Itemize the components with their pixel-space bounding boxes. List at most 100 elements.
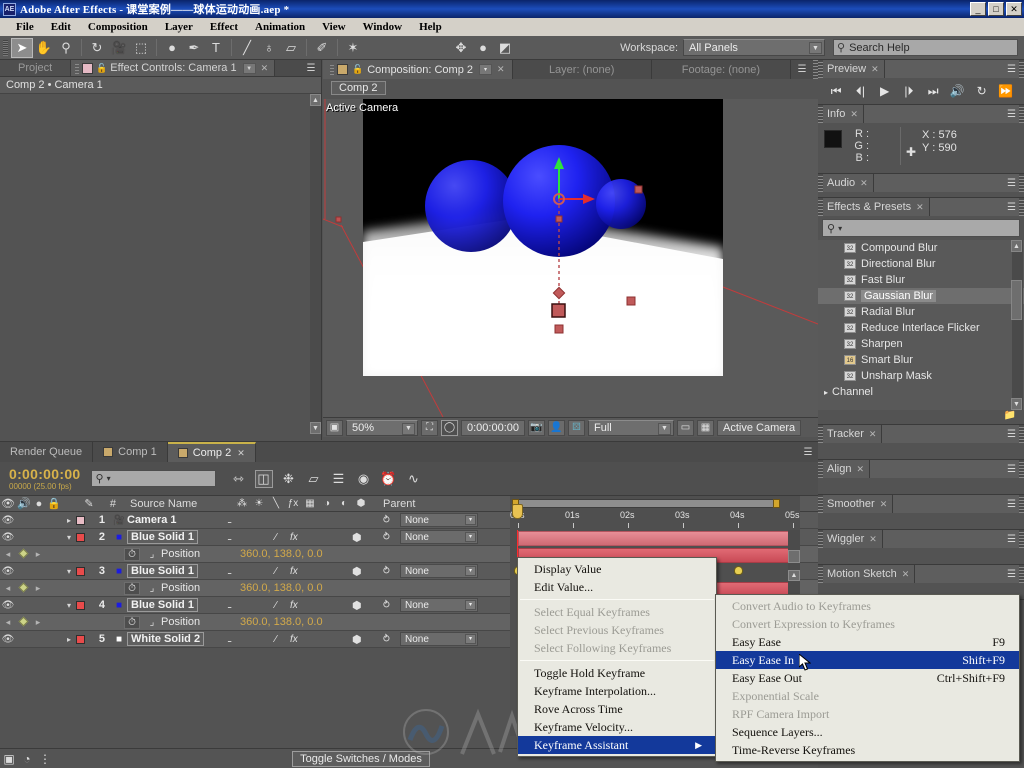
effect-item[interactable]: 32 Fast Blur: [818, 272, 1024, 288]
tab-project[interactable]: Project: [0, 60, 72, 76]
submenu-item[interactable]: Easy Ease F9: [716, 633, 1019, 651]
prev-keyframe-arrow-icon[interactable]: ◂: [0, 617, 16, 628]
property-name[interactable]: Position: [161, 616, 200, 628]
expand-triangle-icon[interactable]: ▸: [62, 635, 76, 644]
prev-frame-icon[interactable]: ⏴|: [851, 84, 870, 99]
parent-pick-whip-icon[interactable]: ⥁: [383, 515, 390, 526]
fx-switch[interactable]: ∕: [275, 634, 277, 645]
effects-switch[interactable]: fx: [290, 532, 298, 543]
mask-icon[interactable]: ◩: [494, 38, 516, 58]
effect-group-channel[interactable]: ▸ Channel: [818, 384, 1024, 400]
keyframe-assistant-submenu[interactable]: Convert Audio to Keyframes Convert Expres…: [715, 594, 1020, 762]
close-icon[interactable]: ✕: [860, 178, 868, 189]
comp-tab-footage[interactable]: Footage: (none): [651, 60, 792, 79]
effect-item[interactable]: 32 Gaussian Blur: [818, 288, 1024, 304]
tab-audio[interactable]: Audio ✕: [823, 174, 873, 192]
three-d-switch[interactable]: ⬢: [352, 531, 362, 544]
parent-select[interactable]: None ▾: [400, 530, 478, 544]
tab-preview[interactable]: Preview ✕: [823, 60, 884, 78]
three-d-switch[interactable]: ⬢: [352, 565, 362, 578]
video-eye-icon[interactable]: 👁: [0, 532, 16, 543]
lock-icon[interactable]: 🔓: [352, 64, 363, 75]
drag-dots-icon-right[interactable]: [1019, 460, 1024, 478]
layer-name[interactable]: Blue Solid 1: [127, 598, 198, 612]
next-keyframe-arrow-icon[interactable]: ▸: [30, 583, 46, 594]
toggle-transparency-grid-button[interactable]: ▣: [326, 419, 343, 436]
shy-switch[interactable]: ߺ: [228, 515, 231, 526]
close-icon[interactable]: ✕: [871, 64, 879, 75]
scroll-up-arrow-icon[interactable]: ▲: [788, 570, 800, 581]
menu-composition[interactable]: Composition: [80, 20, 157, 34]
drag-dots-icon-right[interactable]: [1019, 425, 1024, 443]
shape-tool[interactable]: ●: [161, 38, 183, 58]
composition-viewport[interactable]: Active Camera: [323, 99, 818, 417]
brush-tool[interactable]: ╱: [236, 38, 258, 58]
drag-dots-icon-right[interactable]: [1019, 105, 1024, 123]
context-menu-item[interactable]: Display Value: [518, 560, 716, 578]
drag-dots-icon-right[interactable]: [1019, 198, 1024, 216]
scroll-down-arrow-icon[interactable]: ▼: [1011, 398, 1022, 410]
close-icon[interactable]: ✕: [902, 569, 910, 580]
shy-switch[interactable]: ߺ: [228, 566, 231, 577]
menu-view[interactable]: View: [314, 20, 354, 34]
layer-name[interactable]: Blue Solid 1: [127, 530, 198, 544]
drag-dots-icon-right[interactable]: [1019, 495, 1024, 513]
effect-item[interactable]: 32 Radial Blur: [818, 304, 1024, 320]
layer-name[interactable]: Camera 1: [127, 514, 177, 526]
context-menu-item[interactable]: Keyframe Assistant ▶: [518, 736, 716, 754]
comp-tab-composition[interactable]: 🔓 Composition: Comp 2 ▾ ✕: [323, 60, 513, 79]
close-icon[interactable]: ✕: [237, 448, 245, 459]
frame-blend-icon[interactable]: ◔: [18, 752, 36, 766]
time-ruler[interactable]: 00s01s02s03s04s05s: [510, 496, 800, 530]
fx-switch[interactable]: ∕: [275, 600, 277, 611]
menu-help[interactable]: Help: [411, 20, 451, 34]
effect-item[interactable]: 32 Directional Blur: [818, 256, 1024, 272]
context-menu-item[interactable]: Edit Value...: [518, 578, 716, 596]
brainstorm-icon[interactable]: ◉: [355, 470, 373, 488]
effects-switch[interactable]: fx: [290, 634, 298, 645]
auto-keyframe-icon[interactable]: ⏰: [380, 470, 398, 488]
menu-animation[interactable]: Animation: [247, 20, 314, 34]
menu-file[interactable]: File: [8, 20, 43, 34]
parent-select[interactable]: None ▾: [400, 564, 478, 578]
close-icon[interactable]: ✕: [497, 64, 505, 75]
last-frame-icon[interactable]: ⏭: [924, 84, 943, 99]
context-menu-item[interactable]: Rove Across Time: [518, 700, 716, 718]
keyframe-context-menu[interactable]: Display Value Edit Value... Select Equal K…: [517, 557, 717, 757]
submenu-item[interactable]: Sequence Layers...: [716, 723, 1019, 741]
expand-triangle-icon[interactable]: ▸: [62, 516, 76, 525]
menu-effect[interactable]: Effect: [202, 20, 247, 34]
close-icon[interactable]: ✕: [880, 499, 888, 510]
toggle-mask-visibility-button[interactable]: ◯: [441, 419, 458, 436]
work-area-bar[interactable]: [512, 499, 780, 508]
scroll-up-arrow-icon[interactable]: ▲: [310, 94, 321, 106]
graph-toggle-icon[interactable]: ⋮: [36, 752, 54, 766]
expand-triangle-icon[interactable]: ▾: [62, 601, 76, 610]
hand-tool[interactable]: ✋: [33, 38, 55, 58]
effects-search-input[interactable]: ⚲ ▾: [822, 219, 1020, 237]
zoom-tool[interactable]: ⚲: [55, 38, 77, 58]
tab[interactable]: Tracker ✕: [823, 425, 882, 443]
minimize-button[interactable]: _: [970, 2, 986, 16]
prev-keyframe-arrow-icon[interactable]: ◂: [0, 583, 16, 594]
next-keyframe-arrow-icon[interactable]: ▸: [30, 617, 46, 628]
context-menu-item[interactable]: Toggle Hold Keyframe: [518, 664, 716, 682]
drag-dots-icon-right[interactable]: [1019, 174, 1024, 192]
audio-icon[interactable]: 🔊: [948, 84, 967, 98]
drag-dots-icon-right[interactable]: [1019, 565, 1024, 583]
property-value[interactable]: 360.0, 138.0, 0.0: [240, 582, 323, 594]
new-folder-icon[interactable]: 📁: [1004, 410, 1016, 421]
type-tool[interactable]: T: [205, 38, 227, 58]
anchor-point-icon[interactable]: ✥: [450, 38, 472, 58]
expand-triangle-icon[interactable]: ▾: [62, 567, 76, 576]
graph-editor-icon[interactable]: ∿: [405, 470, 423, 488]
context-menu-item[interactable]: Keyframe Velocity...: [518, 718, 716, 736]
fx-switch[interactable]: ∕: [275, 532, 277, 543]
panel-menu-icon[interactable]: ☰: [1007, 202, 1016, 213]
panel-menu-icon[interactable]: ☰: [798, 442, 818, 462]
drag-dots-icon-right[interactable]: [1019, 530, 1024, 548]
menu-layer[interactable]: Layer: [157, 20, 202, 34]
expand-triangle-icon[interactable]: ▾: [62, 533, 76, 542]
label-color-swatch[interactable]: [76, 600, 85, 610]
label-color-swatch[interactable]: [76, 515, 85, 525]
